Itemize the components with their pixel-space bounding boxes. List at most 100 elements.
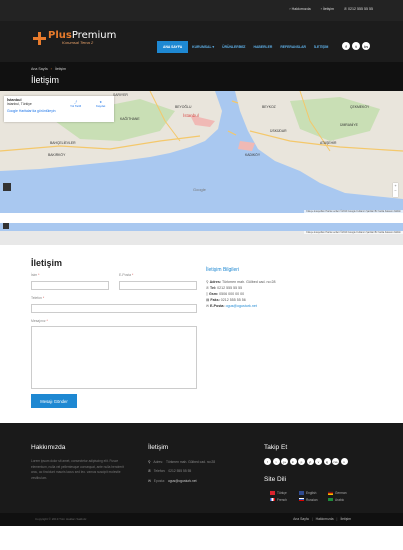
contact-info-title: İletişim Bilgileri (206, 267, 240, 273)
footer-address: ⚲ Adres: Türkmen mah. Gülbed cad. no:28 (148, 460, 216, 464)
fax-icon: ▤ (206, 298, 210, 302)
breadcrumb-separator-icon: › (50, 67, 52, 71)
info-fax: ▤ Faks: 0212 555 55 56 (206, 298, 246, 302)
mobile-icon: ▯ (206, 292, 208, 296)
nav-news[interactable]: HABERLER (250, 41, 277, 53)
header-socials: f t in (342, 42, 370, 50)
linkedin-icon[interactable]: in (362, 42, 370, 50)
info-email-link[interactable]: ogus@ogusturk.net (226, 304, 257, 308)
email-input[interactable] (119, 281, 197, 290)
street-view-icon[interactable] (3, 223, 9, 229)
footer-about-text: Lorem ipsum dolor sit amet, consectetur … (31, 459, 124, 480)
contact-section: İletişim İsim * E-Posta * Telefon * Mesa… (0, 245, 403, 423)
breadcrumb-current: İletişim (54, 67, 66, 71)
map-label: ÇEKMEKÖY (350, 105, 370, 109)
twitter-icon[interactable]: t (352, 42, 360, 50)
nav-products[interactable]: ÜRÜNLERİMİZ (218, 41, 249, 53)
phone-icon: ✆ (148, 469, 151, 473)
footer-socials: f t g+ in p yt v ig rss s (264, 458, 348, 465)
map-label: BEYOĞLU (175, 105, 192, 109)
phone-icon: ✆ (206, 286, 210, 290)
instagram-icon[interactable]: ig (323, 458, 331, 465)
map-label: SARIYER (113, 93, 128, 97)
footer-email-link[interactable]: ogus@ogusturk.net (168, 479, 197, 483)
map-separator (0, 213, 403, 223)
rss-icon[interactable]: rss (332, 458, 339, 465)
name-input[interactable] (31, 281, 109, 290)
skype-icon[interactable]: s (340, 458, 348, 465)
top-bar: › Hakkımızda › İletişim ✆ 0212 555 55 55 (289, 2, 373, 16)
footer-contact-title: İletişim (148, 444, 169, 451)
lang-ru[interactable]: Russian (299, 498, 328, 502)
flag-sa-icon (328, 497, 333, 502)
lang-fr[interactable]: French (270, 498, 299, 502)
message-label: Mesajınız * (31, 319, 48, 323)
page-title-bar: Ana Sayfa › İletişim İletişim (0, 62, 403, 91)
map-open-link[interactable]: Google Haritalar'da görüntüleyin (7, 109, 111, 113)
top-link-about[interactable]: › Hakkımızda (289, 7, 310, 11)
lang-tr[interactable]: Türkçe (270, 491, 299, 495)
facebook-icon[interactable]: f (264, 458, 271, 465)
zoom-out-icon[interactable]: − (393, 188, 398, 193)
youtube-icon[interactable]: yt (306, 458, 314, 465)
google-map[interactable]: İstanbul İstanbul, Türkiye Google Harita… (0, 91, 403, 213)
phone-input[interactable] (31, 304, 197, 313)
page-title: İletişim (31, 75, 60, 85)
google-logo: Google (193, 187, 206, 192)
twitter-icon[interactable]: t (272, 458, 280, 465)
site-header: › Hakkımızda › İletişim ✆ 0212 555 55 55… (0, 0, 403, 62)
breadcrumb-home[interactable]: Ana Sayfa (31, 67, 48, 71)
page-bottom (0, 526, 403, 550)
map-footer: Klavye kısayolları Harita verileri ©2019… (304, 231, 403, 234)
logo-subtitle: Kurumsal Tema 2 (62, 40, 94, 45)
lang-de[interactable]: German (328, 491, 357, 495)
copyright-text: Copyright © 2019 Tüm Hakları Saklıdır. (35, 517, 88, 521)
logo[interactable]: PlusPremium Kurumsal Tema 2 (33, 31, 116, 45)
nav-contact[interactable]: İLETİŞİM (310, 41, 332, 53)
linkedin-icon[interactable]: in (289, 458, 297, 465)
nav-references[interactable]: REFERANSLAR (276, 41, 310, 53)
copyright-bar: Copyright © 2019 Tüm Hakları Saklıdır. A… (0, 513, 403, 526)
language-list: Türkçe English German French Russian Ara… (270, 491, 357, 502)
envelope-icon: ✉ (148, 479, 151, 483)
main-nav: ANA SAYFA KURUMSAL ▾ ÜRÜNLERİMİZ HABERLE… (157, 41, 332, 53)
map-label: KADIKÖY (245, 153, 261, 157)
lang-ar[interactable]: Arabic (328, 498, 357, 502)
pinterest-icon[interactable]: p (298, 458, 305, 465)
breadcrumb: Ana Sayfa › İletişim (31, 67, 66, 71)
footer-link-contact[interactable]: İletişim (340, 517, 351, 521)
facebook-icon[interactable]: f (342, 42, 350, 50)
footer-link-separator: | (311, 517, 313, 521)
footer-link-home[interactable]: Ana Sayfa (293, 517, 309, 521)
flag-gb-icon (299, 491, 304, 495)
phone-icon: ✆ (344, 7, 348, 11)
footer-links: Ana Sayfa | Hakkımızda | İletişim (293, 517, 351, 521)
site-footer: Hakkımızda Lorem ipsum dolor sit amet, c… (0, 423, 403, 526)
flag-ru-icon (299, 497, 304, 502)
flag-de-icon (328, 491, 333, 495)
contact-form-title: İletişim (31, 258, 63, 268)
footer-phone: ✆ Telefon: 0212 555 55 55 (148, 469, 192, 473)
map-label: ÜMRANİYE (340, 123, 358, 127)
footer-link-about[interactable]: Hakkımızda (316, 517, 334, 521)
top-link-contact[interactable]: › İletişim (321, 7, 334, 11)
street-view-icon[interactable] (3, 183, 11, 191)
google-map-secondary[interactable] (0, 223, 403, 231)
google-plus-icon[interactable]: g+ (281, 458, 288, 465)
message-textarea[interactable] (31, 326, 197, 389)
map-label: ATAŞEHİR (320, 141, 337, 145)
map-label: ÜSKÜDAR (270, 129, 287, 133)
info-address: ⚲ Adres: Türkmen mah. Gülbed cad. no:28 (206, 280, 276, 284)
nav-home[interactable]: ANA SAYFA (157, 41, 189, 53)
send-message-button[interactable]: Mesajı Gönder (31, 394, 77, 408)
map-directions[interactable]: ⤴ Yol Tarifi (70, 100, 81, 108)
phone-label: Telefon * (31, 296, 45, 300)
map-zoom-controls: + − (393, 183, 398, 197)
name-label: İsim * (31, 273, 40, 277)
vimeo-icon[interactable]: v (315, 458, 322, 465)
nav-corporate[interactable]: KURUMSAL ▾ (188, 41, 218, 53)
map-label: BAHÇELİEVLER (50, 141, 76, 145)
map-place-card: İstanbul İstanbul, Türkiye Google Harita… (4, 96, 114, 122)
map-save[interactable]: ★ Kaydet (96, 100, 105, 108)
lang-en[interactable]: English (299, 491, 328, 495)
